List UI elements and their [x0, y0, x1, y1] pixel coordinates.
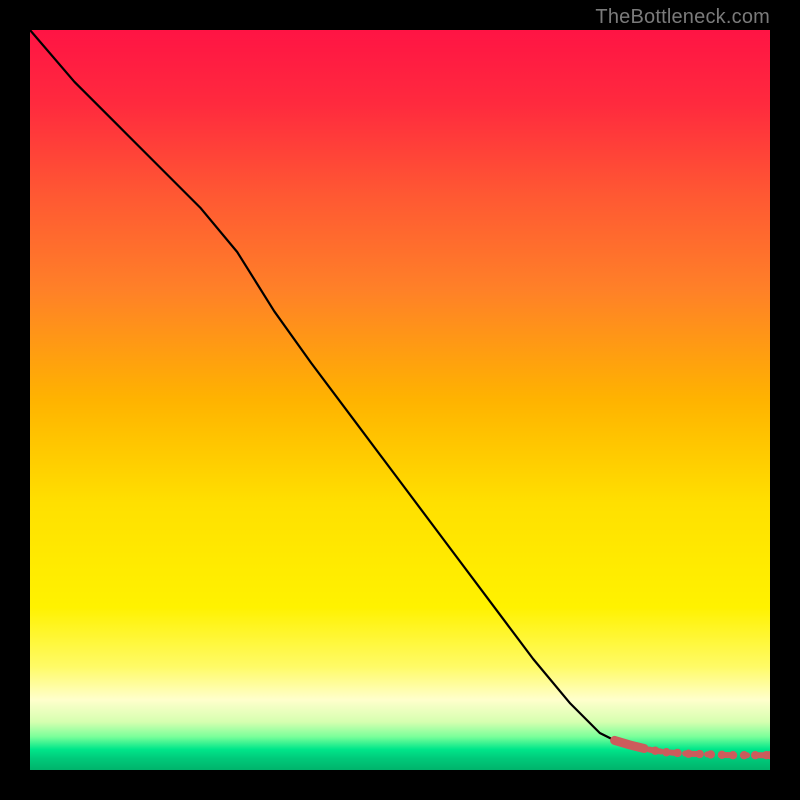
tail-point — [651, 747, 659, 755]
watermark-text: TheBottleneck.com — [595, 6, 770, 29]
tail-point — [751, 751, 759, 759]
tail-point — [718, 751, 726, 759]
curve-series — [30, 30, 622, 744]
tail-point — [625, 741, 633, 749]
chart-overlay — [30, 30, 770, 770]
tail-point — [696, 750, 704, 758]
tail-point — [740, 751, 748, 759]
main-curve — [30, 30, 622, 744]
tail-point — [684, 750, 692, 758]
tail-point — [610, 736, 618, 744]
tail-point — [707, 750, 715, 758]
optimal-tail-series — [610, 736, 770, 759]
tail-point — [662, 748, 670, 756]
tail-point — [729, 751, 737, 759]
tail-point — [640, 744, 648, 752]
tail-point — [673, 749, 681, 757]
plot-area — [30, 30, 770, 770]
chart-stage: TheBottleneck.com — [0, 0, 800, 800]
